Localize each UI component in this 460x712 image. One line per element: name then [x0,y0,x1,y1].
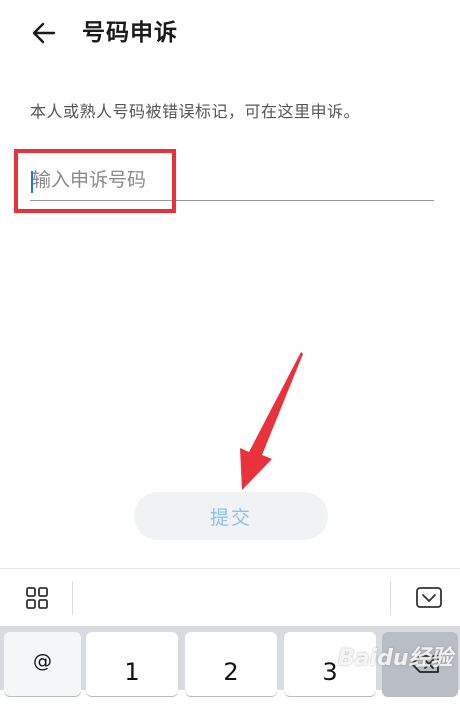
keyboard-keys: @ 1 2 3 [0,626,460,696]
toolbar-divider [72,581,73,615]
keyboard-toolbar [0,568,460,627]
appeal-number-field[interactable] [30,160,434,204]
arrow-left-icon [32,22,56,44]
backspace-icon [411,655,439,673]
key-at[interactable]: @ [4,632,81,696]
hint-text: 本人或熟人号码被错误标记，可在这里申诉。 [30,102,361,121]
header: 号码申诉 [0,0,460,66]
key-3[interactable]: 3 [284,632,376,696]
submit-button[interactable]: 提交 [134,492,328,540]
grid-icon [26,587,48,609]
back-button[interactable] [28,16,64,52]
key-2[interactable]: 2 [185,632,277,696]
keyboard-collapse-icon [416,587,442,608]
key-1[interactable]: 1 [86,632,178,696]
appeal-number-input[interactable] [30,160,434,201]
page-title: 号码申诉 [82,20,178,46]
text-caret [31,171,33,193]
keyboard-menu-button[interactable] [0,569,72,627]
key-backspace[interactable] [382,632,458,696]
keyboard-collapse-button[interactable] [391,569,460,627]
